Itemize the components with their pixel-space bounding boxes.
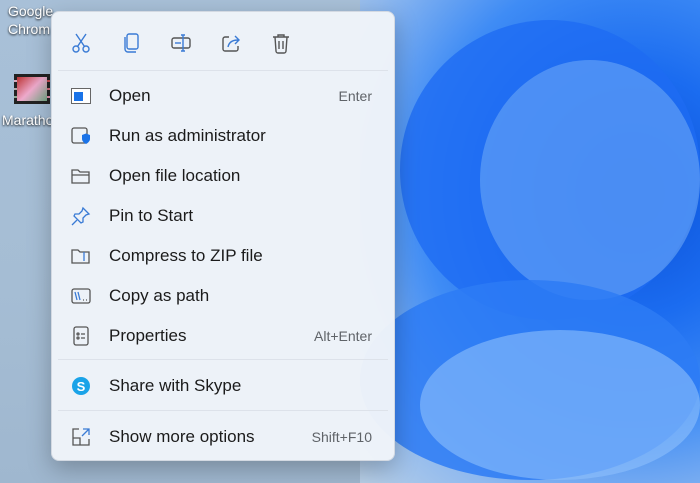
separator bbox=[58, 359, 388, 360]
menu-item-shortcut: Shift+F10 bbox=[311, 429, 372, 445]
desktop-icon-video-label[interactable]: Maratho bbox=[2, 111, 53, 129]
rename-icon bbox=[171, 34, 191, 52]
menu-item-label: Properties bbox=[109, 326, 187, 345]
menu-item-label: Run as administrator bbox=[109, 126, 266, 145]
menu-item-run-as-administrator[interactable]: Run as administrator bbox=[56, 118, 390, 154]
menu-item-label: Open file location bbox=[109, 166, 241, 185]
separator bbox=[58, 410, 388, 411]
menu-item-show-more-options[interactable]: Show more options Shift+F10 bbox=[56, 419, 390, 455]
copy-button[interactable] bbox=[117, 29, 145, 57]
menu-item-share-with-skype[interactable]: S Share with Skype bbox=[56, 368, 390, 404]
menu-item-copy-as-path[interactable]: Copy as path bbox=[56, 278, 390, 314]
rename-button[interactable] bbox=[167, 29, 195, 57]
skype-icon: S bbox=[70, 375, 92, 397]
quick-actions-toolbar bbox=[52, 29, 394, 55]
menu-item-open-file-location[interactable]: Open file location bbox=[56, 158, 390, 194]
pin-icon bbox=[70, 205, 92, 227]
menu-item-label: Open bbox=[109, 86, 151, 105]
menu-item-shortcut: Alt+Enter bbox=[314, 328, 372, 344]
label-line: Chrom bbox=[8, 21, 51, 37]
cut-button[interactable] bbox=[67, 29, 95, 57]
menu-item-open[interactable]: Open Enter bbox=[56, 78, 390, 114]
video-file-icon[interactable] bbox=[14, 74, 50, 104]
menu-item-shortcut: Enter bbox=[338, 88, 372, 104]
folder-icon bbox=[70, 165, 92, 187]
label-line: Google bbox=[8, 3, 54, 19]
separator bbox=[58, 70, 388, 71]
copy-icon bbox=[124, 33, 139, 53]
menu-item-label: Show more options bbox=[109, 427, 255, 446]
zip-folder-icon bbox=[70, 245, 92, 267]
menu-item-label: Share with Skype bbox=[109, 376, 242, 395]
scissors-icon bbox=[72, 33, 90, 53]
menu-item-label: Copy as path bbox=[109, 286, 210, 305]
menu-item-properties[interactable]: Properties Alt+Enter bbox=[56, 318, 390, 354]
share-button[interactable] bbox=[217, 29, 245, 57]
desktop-icon-chrome-label[interactable]: Google Chrom bbox=[8, 2, 53, 38]
desktop-wallpaper bbox=[360, 0, 700, 483]
menu-item-label: Compress to ZIP file bbox=[109, 246, 263, 265]
properties-icon bbox=[70, 325, 92, 347]
open-app-icon bbox=[70, 85, 92, 107]
copy-path-icon bbox=[70, 285, 92, 307]
menu-item-label: Pin to Start bbox=[109, 206, 194, 225]
svg-text:S: S bbox=[77, 379, 86, 394]
shield-icon bbox=[70, 125, 92, 147]
menu-item-compress-to-zip[interactable]: Compress to ZIP file bbox=[56, 238, 390, 274]
context-menu: Open Enter Run as administrator Open file… bbox=[51, 11, 395, 461]
share-icon bbox=[222, 35, 240, 52]
menu-item-pin-to-start[interactable]: Pin to Start bbox=[56, 198, 390, 234]
show-more-icon bbox=[70, 426, 92, 448]
delete-button[interactable] bbox=[267, 29, 295, 57]
trash-icon bbox=[273, 34, 289, 54]
